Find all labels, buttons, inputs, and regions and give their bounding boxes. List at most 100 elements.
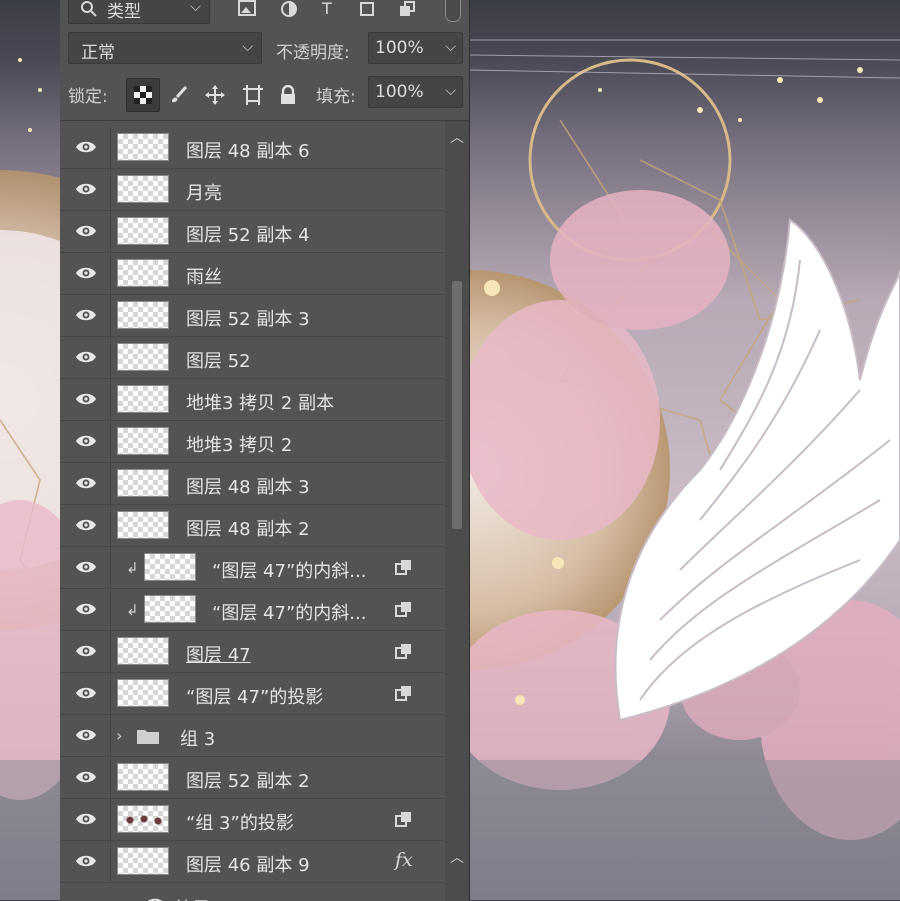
layer-thumbnail xyxy=(144,595,196,623)
layer-name: 图层 48 副本 2 xyxy=(186,515,310,541)
checker-icon xyxy=(134,86,152,104)
blend-mode-select[interactable]: 正常 ⌵ xyxy=(68,32,262,64)
visibility-toggle[interactable] xyxy=(60,505,111,546)
lock-transparent-pixels-button[interactable] xyxy=(126,78,160,112)
lock-label: 锁定: xyxy=(68,82,108,107)
layer-row[interactable]: 月亮 xyxy=(60,169,444,211)
clipping-arrow-icon: ↲ xyxy=(126,601,139,619)
layer-row[interactable]: ↲ “图层 47”的内斜... xyxy=(60,547,444,589)
chevron-right-icon[interactable]: › xyxy=(116,726,122,745)
layer-row[interactable]: 图层 52 副本 4 xyxy=(60,211,444,253)
eye-icon xyxy=(75,266,97,280)
eye-icon[interactable] xyxy=(144,897,166,901)
search-icon xyxy=(79,0,99,19)
smart-object-filter-icon[interactable] xyxy=(398,0,416,18)
chevron-up-icon[interactable]: ︿ xyxy=(450,847,464,867)
eye-icon xyxy=(75,854,97,868)
layer-name: 图层 48 副本 3 xyxy=(186,473,310,499)
visibility-toggle[interactable] xyxy=(60,631,111,672)
visibility-toggle[interactable] xyxy=(60,799,111,840)
visibility-toggle[interactable] xyxy=(60,379,111,420)
eye-icon xyxy=(75,476,97,490)
svg-text:T: T xyxy=(321,0,332,18)
eye-icon xyxy=(75,434,97,448)
filter-kind-select[interactable]: 类型 ⌵ xyxy=(68,0,210,24)
shape-filter-icon[interactable] xyxy=(358,0,376,18)
visibility-toggle[interactable] xyxy=(60,841,111,882)
layer-thumbnail xyxy=(117,133,169,161)
opacity-field[interactable]: 100% ⌵ xyxy=(368,32,463,64)
visibility-toggle[interactable] xyxy=(60,127,111,168)
smart-object-icon xyxy=(395,559,413,577)
eye-icon xyxy=(75,308,97,322)
layer-name: 图层 52 副本 4 xyxy=(186,221,310,247)
fill-field[interactable]: 100% ⌵ xyxy=(368,76,463,108)
visibility-toggle[interactable] xyxy=(60,253,111,294)
adjustment-filter-icon[interactable] xyxy=(280,0,298,18)
eye-icon xyxy=(75,602,97,616)
folder-icon xyxy=(136,727,160,745)
chevron-down-icon: ⌵ xyxy=(445,83,456,99)
layer-row[interactable]: 地堆3 拷贝 2 xyxy=(60,421,444,463)
visibility-toggle[interactable] xyxy=(60,421,111,462)
layer-row[interactable]: “图层 47”的投影 xyxy=(60,673,444,715)
layer-row[interactable]: “组 3”的投影 xyxy=(60,799,444,841)
visibility-toggle[interactable] xyxy=(60,295,111,336)
eye-icon xyxy=(75,224,97,238)
filter-toggle-switch[interactable] xyxy=(445,0,461,22)
lock-icon xyxy=(279,85,297,105)
layer-row[interactable]: 图层 52 副本 2 xyxy=(60,757,444,799)
layer-thumbnail xyxy=(117,637,169,665)
visibility-toggle[interactable] xyxy=(60,211,111,252)
layer-name: 地堆3 拷贝 2 副本 xyxy=(186,389,334,415)
visibility-toggle[interactable] xyxy=(60,463,111,504)
move-icon xyxy=(205,85,225,105)
type-filter-icon[interactable]: T xyxy=(318,0,336,18)
visibility-toggle[interactable] xyxy=(60,715,111,756)
visibility-toggle[interactable] xyxy=(60,169,111,210)
layer-row[interactable]: 图层 47 xyxy=(60,631,444,673)
layer-row[interactable]: 雨丝 xyxy=(60,253,444,295)
layer-row[interactable]: 图层 48 副本 2 xyxy=(60,505,444,547)
lock-all-button[interactable] xyxy=(272,78,304,110)
visibility-toggle[interactable] xyxy=(60,757,111,798)
eye-icon xyxy=(75,686,97,700)
lock-image-pixels-button[interactable] xyxy=(162,78,194,110)
layer-row[interactable]: 图层 48 副本 3 xyxy=(60,463,444,505)
visibility-toggle[interactable] xyxy=(60,547,111,588)
layer-group-row[interactable]: › 组 3 xyxy=(60,715,444,757)
layers-panel: 类型 ⌵ T 正常 ⌵ 不透明度: 100% ⌵ 锁定: xyxy=(60,0,470,900)
lock-row: 锁定: 填充: 100% ⌵ xyxy=(60,72,469,114)
artboard-icon xyxy=(243,85,263,105)
visibility-toggle[interactable] xyxy=(60,673,111,714)
eye-icon xyxy=(75,518,97,532)
image-filter-icon[interactable] xyxy=(238,0,256,18)
layer-row[interactable]: 图层 48 副本 6 xyxy=(60,127,444,169)
layer-row[interactable]: 地堆3 拷贝 2 副本 xyxy=(60,379,444,421)
layer-row[interactable]: 图层 52 副本 3 xyxy=(60,295,444,337)
layer-row[interactable]: 图层 46 副本 9 fx xyxy=(60,841,444,883)
eye-icon xyxy=(75,560,97,574)
layer-name: 图层 52 副本 3 xyxy=(186,305,310,331)
visibility-toggle[interactable] xyxy=(60,589,111,630)
visibility-toggle[interactable] xyxy=(60,337,111,378)
effects-row[interactable]: 效果 xyxy=(60,883,444,901)
scrollbar-thumb[interactable] xyxy=(452,281,462,529)
smart-object-icon xyxy=(395,643,413,661)
layer-name: 月亮 xyxy=(186,179,222,205)
layer-row[interactable]: ↲ “图层 47”的内斜... xyxy=(60,589,444,631)
lock-position-button[interactable] xyxy=(198,78,230,110)
lock-artboard-button[interactable] xyxy=(236,78,268,110)
eye-icon xyxy=(75,392,97,406)
layer-thumbnail xyxy=(117,469,169,497)
smart-object-icon xyxy=(395,811,413,829)
smart-object-icon xyxy=(395,601,413,619)
layer-name: 组 3 xyxy=(180,725,215,751)
layer-name: 地堆3 拷贝 2 xyxy=(186,431,292,457)
effects-label: 效果 xyxy=(174,895,210,901)
eye-icon xyxy=(75,812,97,826)
layer-row[interactable]: 图层 52 xyxy=(60,337,444,379)
fx-icon[interactable]: fx xyxy=(395,849,413,871)
chevron-up-icon[interactable]: ︿ xyxy=(450,127,464,147)
layer-list-scrollbar[interactable]: ︿ ︿ xyxy=(445,121,469,901)
